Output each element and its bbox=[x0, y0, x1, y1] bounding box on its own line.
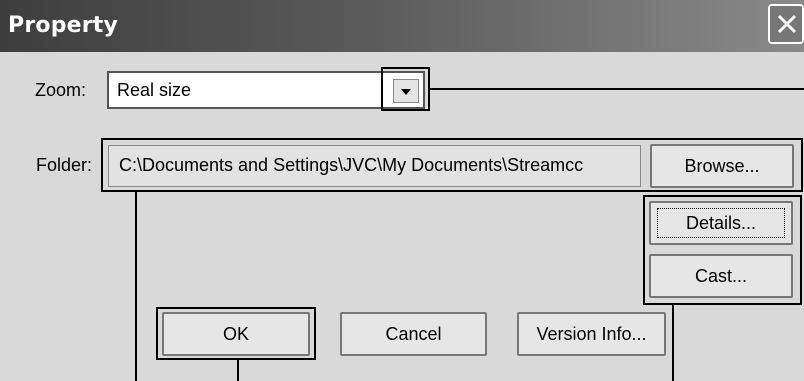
callout-line-ok bbox=[237, 360, 239, 381]
ok-button[interactable]: OK bbox=[162, 312, 310, 356]
callout-line-details-cast bbox=[672, 305, 674, 381]
zoom-select[interactable]: Real size bbox=[107, 71, 425, 109]
ok-button-label: OK bbox=[222, 324, 249, 344]
close-x-icon bbox=[777, 14, 797, 34]
folder-label: Folder: bbox=[36, 155, 93, 175]
cast-button-label: Cast... bbox=[694, 266, 747, 286]
title-bar[interactable]: Property bbox=[0, 0, 804, 52]
zoom-label: Zoom: bbox=[35, 80, 87, 100]
zoom-dropdown-button[interactable] bbox=[393, 79, 419, 103]
property-dialog: Property Zoom: Real size Folder: C:\Docu… bbox=[0, 0, 804, 381]
callout-line-folder bbox=[135, 192, 137, 381]
close-button[interactable] bbox=[768, 4, 804, 44]
cancel-button[interactable]: Cancel bbox=[340, 312, 487, 356]
dialog-title: Property bbox=[8, 13, 119, 38]
version-info-button[interactable]: Version Info... bbox=[517, 312, 666, 356]
cast-button[interactable]: Cast... bbox=[649, 254, 793, 298]
cancel-button-label: Cancel bbox=[385, 324, 442, 344]
browse-button[interactable]: Browse... bbox=[650, 144, 794, 188]
version-info-button-label: Version Info... bbox=[536, 324, 647, 344]
browse-button-label: Browse... bbox=[684, 156, 760, 176]
folder-path-field[interactable]: C:\Documents and Settings\JVC\My Documen… bbox=[108, 145, 641, 187]
zoom-select-value: Real size bbox=[117, 80, 192, 100]
folder-path-text: C:\Documents and Settings\JVC\My Documen… bbox=[119, 155, 584, 175]
callout-line-zoom bbox=[430, 88, 804, 90]
details-button[interactable]: Details... bbox=[649, 201, 793, 245]
focus-indicator bbox=[657, 208, 785, 238]
chevron-down-icon bbox=[401, 89, 411, 95]
